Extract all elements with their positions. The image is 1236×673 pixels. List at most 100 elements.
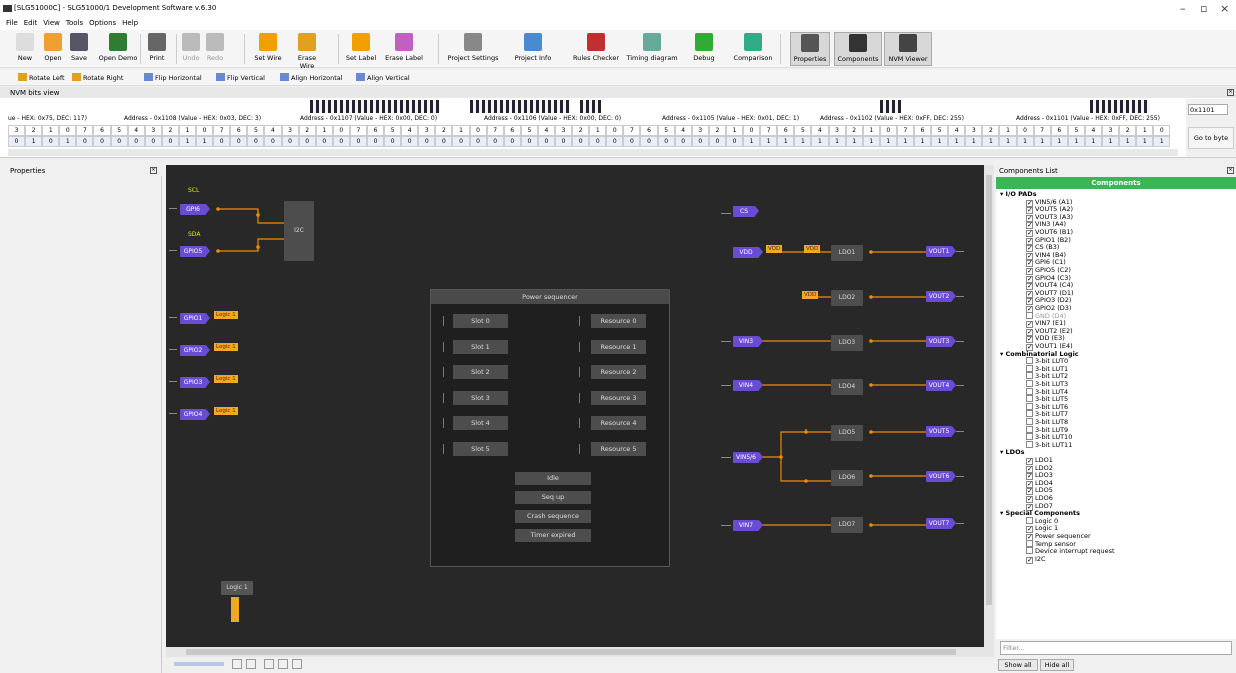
settings-icon[interactable] (292, 659, 302, 669)
nvm-bit-cell[interactable]: 0 (127, 136, 145, 147)
nvm-bit-cell[interactable]: 1 (1153, 136, 1171, 147)
project-info-button[interactable]: Project Info (512, 32, 554, 66)
state-seq-up[interactable]: Seq up (515, 491, 591, 504)
state-timer-expired[interactable]: Timer expired (515, 529, 591, 542)
state-idle[interactable]: Idle (515, 472, 591, 485)
horizontal-scrollbar[interactable] (166, 647, 984, 657)
pad-gpio1[interactable]: GPIO1 (180, 313, 210, 324)
nvm-bit-cell[interactable]: 0 (332, 136, 350, 147)
zoom-out-icon[interactable] (246, 659, 256, 669)
nvm-bit-cell[interactable]: 1 (965, 136, 983, 147)
checkbox[interactable] (1026, 380, 1033, 387)
filter-input[interactable]: Filter... (1000, 641, 1232, 655)
menu-tools[interactable]: Tools (66, 19, 83, 27)
hide-all-button[interactable]: Hide all (1040, 659, 1074, 671)
pad-vin5-6[interactable]: VIN5/6 (733, 452, 763, 463)
nvm-bit-cell[interactable]: 0 (264, 136, 282, 147)
nvm-bit-cell[interactable]: 0 (110, 136, 128, 147)
nvm-bit-cell[interactable]: 0 (589, 136, 607, 147)
menu-file[interactable]: File (6, 19, 18, 27)
nvm-bit-cell[interactable]: 0 (435, 136, 453, 147)
nvm-bit-cell[interactable]: 1 (59, 136, 77, 147)
pad-vout2[interactable]: VOUT2 (926, 291, 956, 302)
checkbox[interactable] (1026, 433, 1033, 441)
pad-vout1[interactable]: VOUT1 (926, 246, 956, 257)
resource-3[interactable]: Resource 3 (591, 390, 646, 405)
nvm-bit-cell[interactable]: 0 (623, 136, 641, 147)
comparison-button[interactable]: Comparison (728, 32, 778, 66)
menu-options[interactable]: Options (89, 19, 116, 27)
checkbox[interactable] (1026, 395, 1033, 403)
state-crash-sequence[interactable]: Crash sequence (515, 510, 591, 523)
nvm-bit-cell[interactable]: 0 (418, 136, 436, 147)
nvm-bit-cell[interactable]: 0 (657, 136, 675, 147)
slot-3[interactable]: Slot 3 (453, 390, 508, 405)
align-vertical-button[interactable]: Align Vertical (356, 73, 410, 82)
tree-item[interactable]: 3-bit LUT11 (1026, 440, 1072, 449)
close-icon[interactable]: × (1227, 167, 1234, 174)
nvm-bit-cell[interactable]: 0 (93, 136, 111, 147)
nvm-bit-cell[interactable]: 0 (537, 136, 555, 147)
set-wire-button[interactable]: Set Wire (252, 32, 284, 66)
nvm-bit-cell[interactable]: 1 (862, 136, 880, 147)
align-horizontal-button[interactable]: Align Horizontal (280, 73, 343, 82)
pad-gpio2[interactable]: GPIO2 (180, 345, 210, 356)
rotate-left-button[interactable]: Rotate Left (18, 73, 65, 82)
nvm-viewer-button[interactable]: NVM Viewer (884, 32, 932, 66)
resource-4[interactable]: Resource 4 (591, 416, 646, 430)
nvm-bit-cell[interactable]: 0 (247, 136, 265, 147)
debug-button[interactable]: Debug (690, 32, 718, 66)
ldo-block-5[interactable]: LDO5 (831, 425, 863, 441)
nvm-bit-cell[interactable]: 1 (896, 136, 914, 147)
nvm-bit-cell[interactable]: 1 (828, 136, 846, 147)
nvm-bit-cell[interactable]: 0 (349, 136, 367, 147)
components-button[interactable]: Components (834, 32, 882, 66)
power-sequencer-block[interactable]: Power sequencer Slot 0 Resource 0 Slot 1 Re… (430, 289, 670, 567)
nvm-bit-cell[interactable]: 1 (760, 136, 778, 147)
nvm-bit-cell[interactable]: 1 (1016, 136, 1034, 147)
nvm-bit-cell[interactable]: 1 (1119, 136, 1137, 147)
show-all-button[interactable]: Show all (998, 659, 1038, 671)
pad-vout6[interactable]: VOUT6 (926, 471, 956, 482)
ldo-block-6[interactable]: LDO6 (831, 470, 863, 486)
nvm-bit-cell[interactable]: 1 (1067, 136, 1085, 147)
pad-gpio3[interactable]: GPIO3 (180, 377, 210, 388)
nvm-bit-cell[interactable]: 1 (178, 136, 197, 147)
vertical-scrollbar[interactable] (984, 165, 994, 657)
pad-vout7[interactable]: VOUT7 (926, 518, 956, 529)
nvm-bit-cell[interactable]: 0 (503, 136, 521, 147)
minimize-icon[interactable]: – (1180, 2, 1186, 15)
pad-vin3[interactable]: VIN3 (733, 336, 763, 347)
erase-wire-button[interactable]: Erase Wire (290, 32, 324, 70)
nvm-bit-cell[interactable]: 1 (1102, 136, 1120, 147)
nvm-bit-cell[interactable]: 1 (948, 136, 966, 147)
resource-1[interactable]: Resource 1 (591, 339, 646, 354)
open-button[interactable]: Open (42, 32, 64, 66)
nvm-bit-cell[interactable]: 0 (469, 136, 487, 147)
nvm-bit-cell[interactable]: 0 (555, 136, 573, 147)
menu-edit[interactable]: Edit (24, 19, 38, 27)
ldo-block-3[interactable]: LDO3 (831, 335, 863, 351)
nvm-bit-cell[interactable]: 1 (999, 136, 1017, 147)
go-to-byte-button[interactable]: Go to byte (1188, 127, 1234, 149)
nvm-bit-cell[interactable]: 0 (725, 136, 744, 147)
nvm-bit-cell[interactable]: 0 (572, 136, 590, 147)
nvm-bit-cell[interactable]: 1 (1136, 136, 1154, 147)
nvm-bit-cell[interactable]: 0 (298, 136, 316, 147)
nvm-bit-cell[interactable]: 0 (366, 136, 385, 147)
nvm-bit-cell[interactable]: 0 (452, 136, 470, 147)
ldo-block-2[interactable]: LDO2 (831, 290, 863, 306)
pan-icon[interactable] (264, 659, 274, 669)
nvm-bit-cell[interactable]: 0 (606, 136, 624, 147)
fit-icon[interactable] (278, 659, 288, 669)
checkbox[interactable] (1026, 425, 1033, 433)
nvm-bit-cell[interactable]: 1 (777, 136, 795, 147)
pad-vin7[interactable]: VIN7 (733, 520, 763, 531)
flip-vertical-button[interactable]: Flip Vertical (216, 73, 265, 82)
logic-1-block[interactable]: Logic 1 (221, 581, 253, 595)
tree-item[interactable]: ✓ I2C (1026, 555, 1046, 564)
menu-help[interactable]: Help (122, 19, 138, 27)
checkbox[interactable] (1026, 402, 1033, 410)
nvm-bit-cell[interactable]: 0 (161, 136, 179, 147)
checkbox[interactable]: ✓ (1026, 556, 1033, 564)
